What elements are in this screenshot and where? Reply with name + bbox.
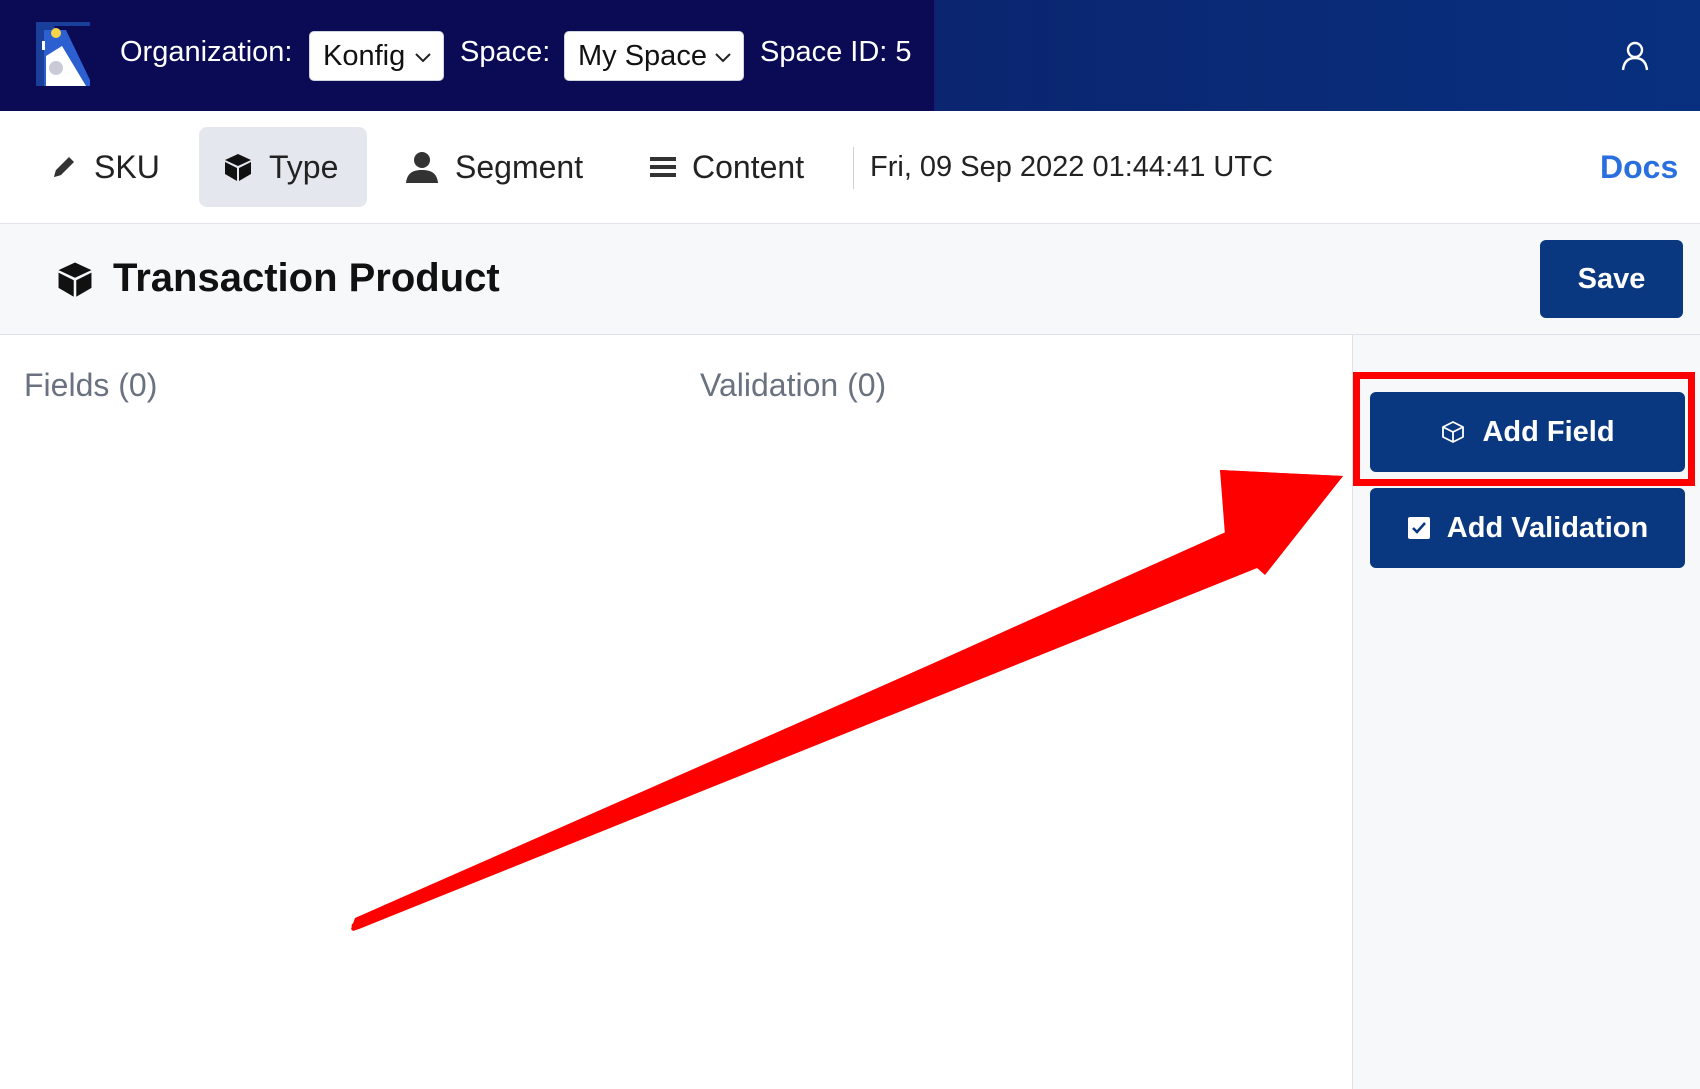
tab-segment-label: Segment: [455, 148, 584, 185]
cube-icon: [225, 154, 251, 181]
space-select[interactable]: My Space: [564, 31, 744, 81]
space-id-label: Space ID: 5: [760, 36, 912, 68]
page-header: Transaction Product Save: [0, 224, 1700, 335]
section-tab-bar: SKU Type Segment Content Fri, 09 Sep 202…: [0, 111, 1700, 224]
annotation-highlight-box: [1353, 372, 1695, 486]
tab-divider: [853, 147, 854, 189]
organization-select[interactable]: Konfig: [309, 31, 444, 81]
add-validation-button[interactable]: Add Validation: [1370, 488, 1685, 568]
docs-link[interactable]: Docs: [1600, 149, 1678, 186]
cube-icon: [58, 262, 92, 297]
chevron-down-icon: [715, 53, 731, 63]
space-label: Space:: [460, 36, 551, 68]
tab-type-label: Type: [269, 148, 339, 185]
tab-content[interactable]: Content: [626, 127, 836, 207]
person-icon: [406, 152, 438, 183]
topbar-right-section: [934, 0, 1700, 111]
type-editor-main: Fields (0) Validation (0): [0, 335, 1352, 1089]
pencil-icon: [54, 157, 74, 177]
organization-select-value: Konfig: [323, 39, 406, 72]
tab-sku[interactable]: SKU: [36, 127, 176, 207]
add-validation-label: Add Validation: [1446, 511, 1649, 544]
fields-count-label: Fields (0): [24, 367, 158, 403]
chevron-down-icon: [415, 53, 431, 63]
validation-count-label: Validation (0): [700, 367, 887, 403]
space-select-value: My Space: [578, 39, 707, 72]
timestamp: Fri, 09 Sep 2022 01:44:41 UTC: [870, 151, 1274, 183]
checkbox-checked-icon: [1407, 517, 1430, 539]
user-account-icon[interactable]: [1620, 40, 1650, 72]
tab-sku-label: SKU: [94, 148, 160, 185]
list-icon: [650, 157, 676, 177]
tab-type[interactable]: Type: [199, 127, 367, 207]
top-navigation-bar: Organization: Konfig Space: My Space Spa…: [0, 0, 1700, 111]
konfig-logo-icon[interactable]: [36, 22, 90, 86]
save-button[interactable]: Save: [1540, 240, 1683, 318]
tab-segment[interactable]: Segment: [395, 127, 595, 207]
tab-content-label: Content: [692, 148, 805, 185]
page-title: Transaction Product: [113, 256, 500, 300]
organization-label: Organization:: [120, 36, 293, 68]
